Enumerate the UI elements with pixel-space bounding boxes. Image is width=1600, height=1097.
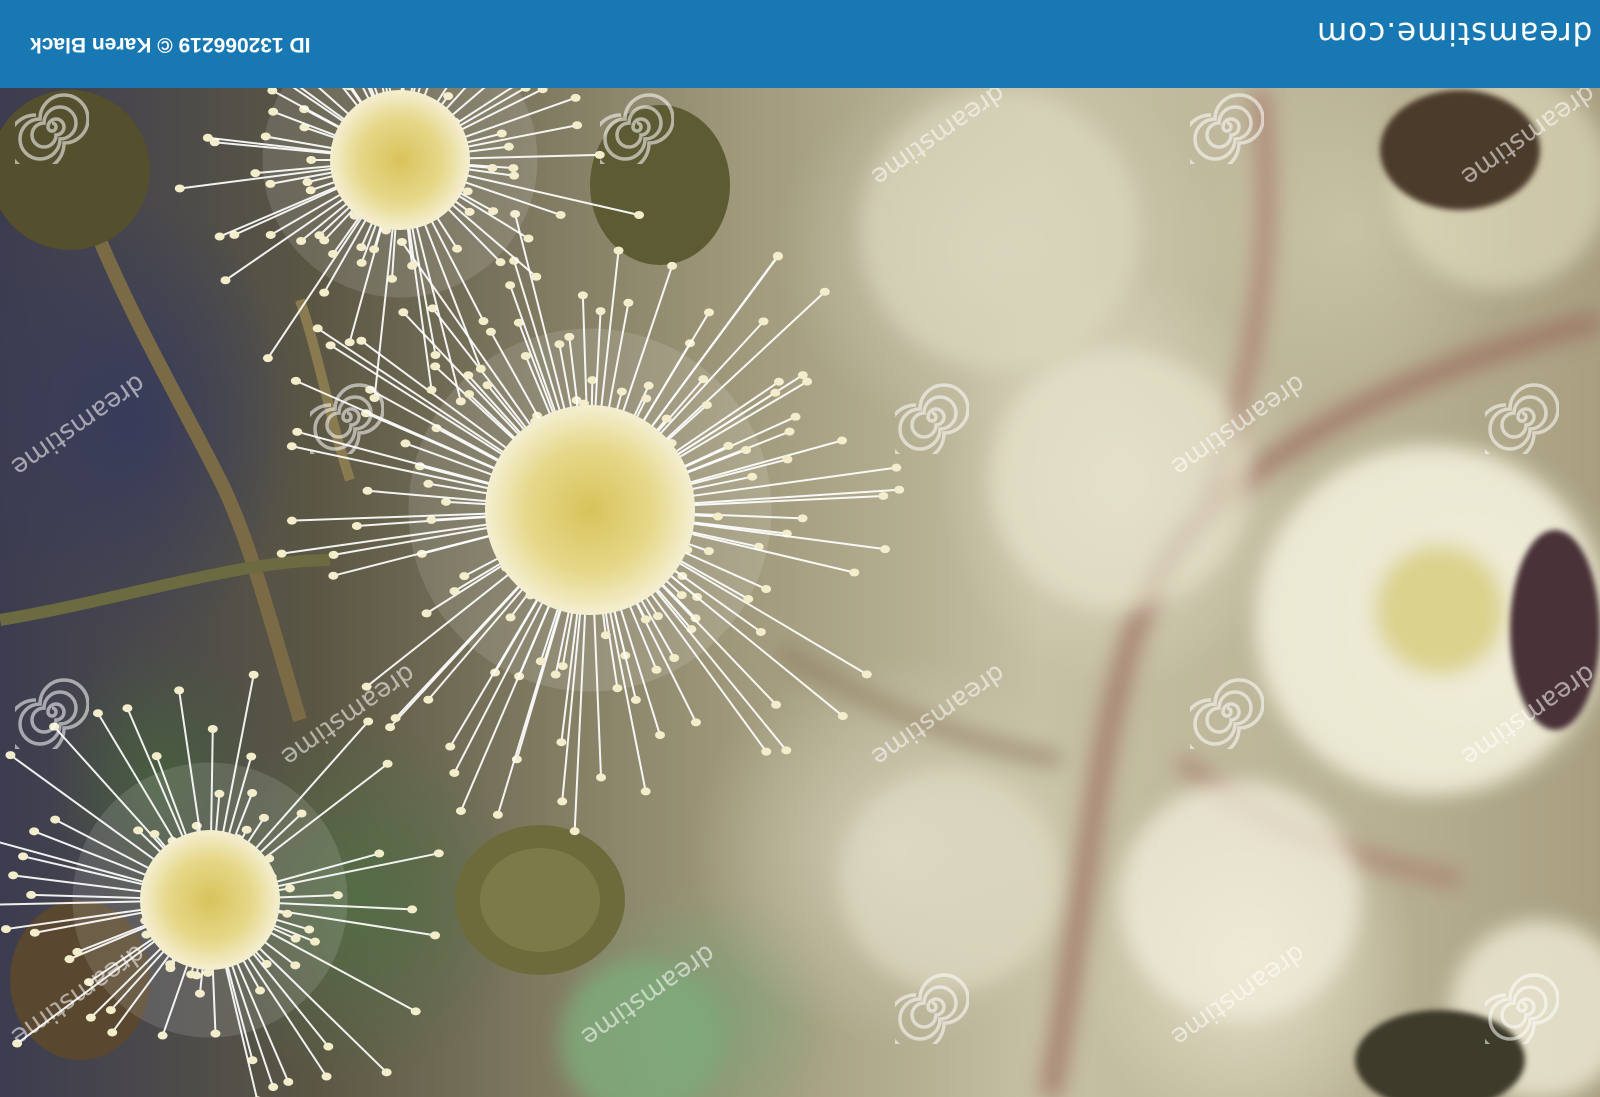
flower-photo [0,0,1600,1097]
brand-logo: dreamstime.com [1316,15,1593,51]
photo-area: dreamstime dreamstime dreamstime dreamstime… [0,0,1600,1097]
top-bar: ID 132066219 © Karen Black dreamstime.co… [0,0,1600,88]
photo-id-credit: ID 132066219 © Karen Black [30,33,311,56]
main-flower [276,209,905,836]
